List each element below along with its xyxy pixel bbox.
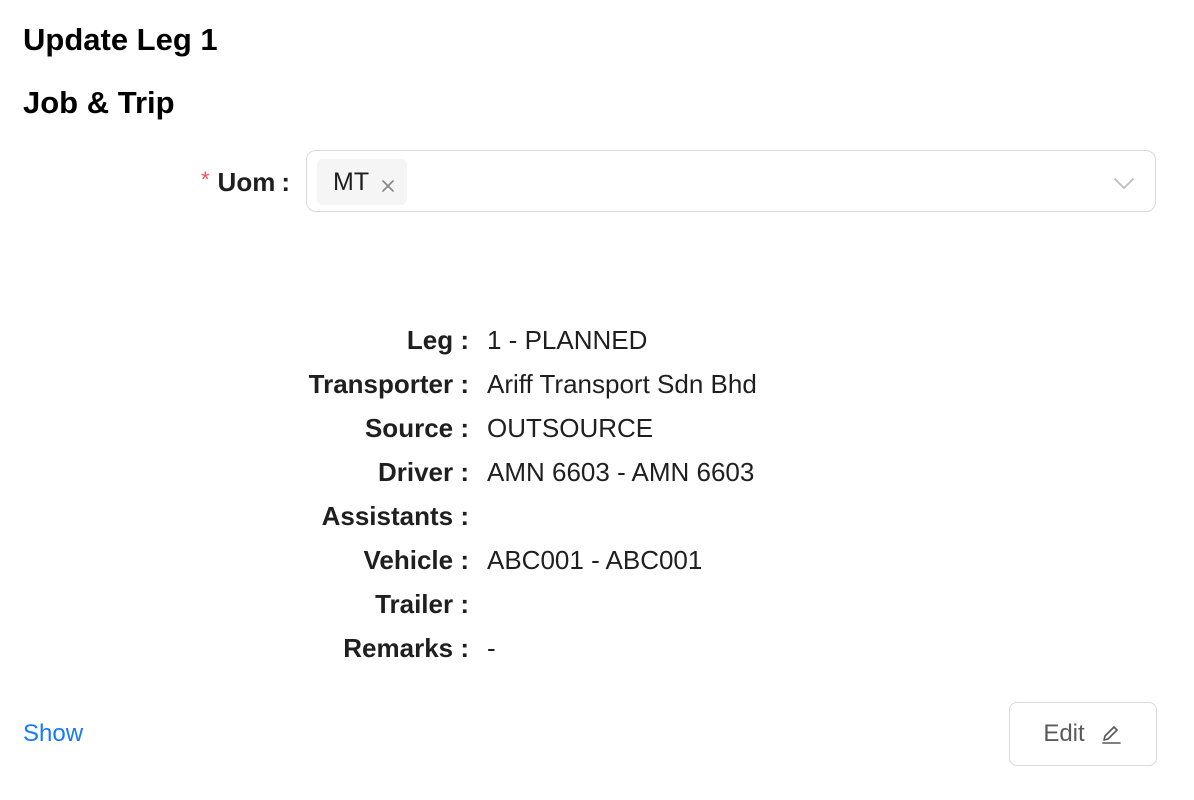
- page-title: Update Leg 1: [23, 22, 218, 57]
- required-mark: *: [200, 167, 210, 192]
- chevron-down-icon[interactable]: [1113, 172, 1135, 194]
- detail-row-transporter: Transporter : Ariff Transport Sdn Bhd: [0, 362, 1194, 406]
- pencil-icon: [1099, 722, 1123, 746]
- detail-label: Driver :: [377, 457, 469, 487]
- uom-select[interactable]: MT: [306, 150, 1156, 212]
- uom-label-colon: :: [281, 166, 290, 197]
- detail-value: ABC001 - ABC001: [487, 545, 703, 575]
- close-icon[interactable]: [379, 173, 397, 192]
- uom-label: * Uom :: [201, 150, 290, 214]
- detail-row-vehicle: Vehicle : ABC001 - ABC001: [0, 538, 1194, 582]
- uom-label-text: Uom: [217, 166, 276, 197]
- detail-row-leg: Leg : 1 - PLANNED: [0, 318, 1194, 362]
- detail-row-remarks: Remarks : -: [0, 626, 1194, 670]
- detail-label: Leg :: [406, 325, 469, 355]
- detail-value: OUTSOURCE: [487, 413, 654, 443]
- detail-label: Vehicle :: [363, 545, 470, 575]
- edit-button[interactable]: Edit: [1009, 702, 1157, 766]
- detail-value: -: [487, 633, 496, 663]
- leg-details: Leg : 1 - PLANNED Transporter : Ariff Tr…: [0, 318, 1194, 670]
- detail-label: Assistants :: [321, 501, 469, 531]
- detail-row-trailer: Trailer :: [0, 582, 1194, 626]
- show-link[interactable]: Show: [23, 716, 83, 752]
- detail-label: Source :: [364, 413, 469, 443]
- detail-row-source: Source : OUTSOURCE: [0, 406, 1194, 450]
- detail-row-driver: Driver : AMN 6603 - AMN 6603: [0, 450, 1194, 494]
- detail-label: Transporter :: [308, 369, 469, 399]
- section-title: Job & Trip: [23, 85, 175, 120]
- uom-tag-label: MT: [333, 167, 370, 196]
- uom-form-row: * Uom : MT: [0, 150, 1194, 214]
- detail-value: AMN 6603 - AMN 6603: [487, 457, 755, 487]
- detail-value: 1 - PLANNED: [487, 325, 648, 355]
- uom-selected-tag: MT: [317, 159, 408, 205]
- edit-button-label: Edit: [1043, 720, 1085, 747]
- page: Update Leg 1 Job & Trip * Uom : MT Leg:…: [0, 0, 1194, 800]
- detail-label: Remarks :: [343, 633, 469, 663]
- detail-row-assistants: Assistants :: [0, 494, 1194, 538]
- detail-value: Ariff Transport Sdn Bhd: [487, 369, 757, 399]
- detail-label: Trailer :: [375, 589, 469, 619]
